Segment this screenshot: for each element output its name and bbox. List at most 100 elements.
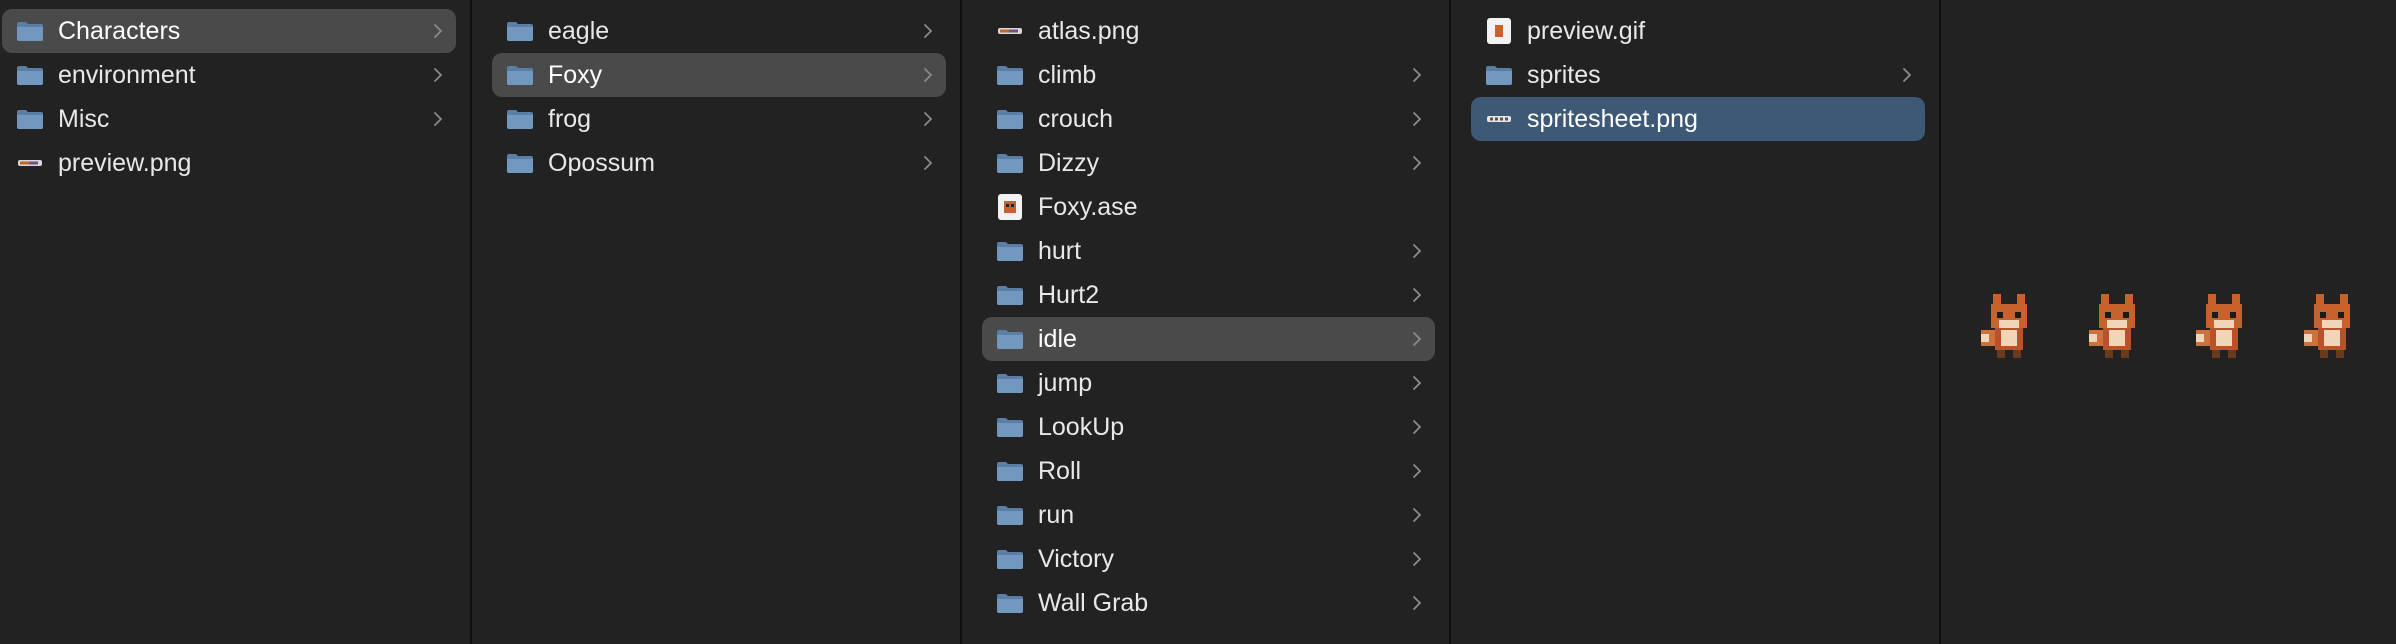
png-file-icon (996, 19, 1024, 43)
list-item[interactable]: environment (2, 53, 456, 97)
list-item[interactable]: Victory (982, 537, 1435, 581)
ase-file-icon (996, 194, 1024, 220)
folder-icon (996, 459, 1024, 483)
folder-icon (996, 503, 1024, 527)
chevron-right-icon (430, 9, 446, 53)
column-1[interactable]: Characters environment Misc preview.png (0, 0, 472, 644)
list-item-label: jump (1038, 368, 1093, 397)
gif-file-icon (1485, 18, 1513, 44)
folder-icon (996, 547, 1024, 571)
folder-icon (996, 415, 1024, 439)
list-item-label: Victory (1038, 544, 1114, 573)
list-item[interactable]: LookUp (982, 405, 1435, 449)
column-4[interactable]: preview.gif sprites spritesheet.png (1451, 0, 1941, 644)
list-item[interactable]: Foxy.ase (982, 185, 1435, 229)
chevron-right-icon (430, 97, 446, 141)
chevron-right-icon (1409, 273, 1425, 317)
list-item[interactable]: Foxy (492, 53, 946, 97)
list-item[interactable]: Wall Grab (982, 581, 1435, 625)
list-item-label: Opossum (548, 148, 655, 177)
list-item[interactable]: Characters (2, 9, 456, 53)
png-file-icon (16, 151, 44, 175)
list-item-label: hurt (1038, 236, 1082, 265)
chevron-right-icon (1409, 449, 1425, 493)
column-3[interactable]: atlas.png climb crouch Dizzy Foxy.ase hurt Hur… (962, 0, 1451, 644)
column-2[interactable]: eagle Foxy frog Opossum (472, 0, 962, 644)
fox-sprite-icon (1981, 290, 2043, 367)
chevron-right-icon (1409, 317, 1425, 361)
chevron-right-icon (430, 53, 446, 97)
list-item[interactable]: Dizzy (982, 141, 1435, 185)
folder-icon (506, 151, 534, 175)
list-item[interactable]: frog (492, 97, 946, 141)
fox-sprite-icon (2089, 290, 2151, 367)
folder-icon (16, 107, 44, 131)
list-item[interactable]: Opossum (492, 141, 946, 185)
list-item-label: climb (1038, 60, 1097, 89)
list-item[interactable]: climb (982, 53, 1435, 97)
list-item[interactable]: jump (982, 361, 1435, 405)
folder-icon (506, 19, 534, 43)
chevron-right-icon (1409, 493, 1425, 537)
spritesheet-file-icon (1485, 107, 1513, 131)
list-item-label: atlas.png (1038, 16, 1140, 45)
folder-icon (996, 151, 1024, 175)
chevron-right-icon (1409, 581, 1425, 625)
list-item-label: Foxy (548, 60, 603, 89)
list-item-label: environment (58, 60, 196, 89)
list-item-label: idle (1038, 324, 1077, 353)
chevron-right-icon (920, 141, 936, 185)
list-item-label: Roll (1038, 456, 1082, 485)
chevron-right-icon (920, 53, 936, 97)
list-item[interactable]: crouch (982, 97, 1435, 141)
list-item[interactable]: idle (982, 317, 1435, 361)
folder-icon (16, 63, 44, 87)
list-item[interactable]: Roll (982, 449, 1435, 493)
folder-icon (996, 327, 1024, 351)
chevron-right-icon (1409, 141, 1425, 185)
list-item[interactable]: preview.png (2, 141, 456, 185)
list-item[interactable]: Hurt2 (982, 273, 1435, 317)
chevron-right-icon (1409, 53, 1425, 97)
chevron-right-icon (920, 97, 936, 141)
chevron-right-icon (1409, 405, 1425, 449)
folder-icon (996, 239, 1024, 263)
preview-pane (1941, 0, 2396, 644)
folder-icon (996, 591, 1024, 615)
folder-icon (16, 19, 44, 43)
folder-icon (1485, 63, 1513, 87)
chevron-right-icon (1409, 97, 1425, 141)
list-item-label: Hurt2 (1038, 280, 1100, 309)
list-item[interactable]: run (982, 493, 1435, 537)
list-item[interactable]: preview.gif (1471, 9, 1925, 53)
fox-sprite-icon (2304, 290, 2366, 367)
folder-icon (996, 63, 1024, 87)
folder-icon (506, 63, 534, 87)
list-item-label: LookUp (1038, 412, 1125, 441)
chevron-right-icon (1409, 537, 1425, 581)
list-item[interactable]: Misc (2, 97, 456, 141)
list-item-label: Characters (58, 16, 181, 45)
folder-icon (996, 107, 1024, 131)
list-item-label: sprites (1527, 60, 1601, 89)
chevron-right-icon (1899, 53, 1915, 97)
chevron-right-icon (1409, 229, 1425, 273)
list-item[interactable]: sprites (1471, 53, 1925, 97)
list-item-label: preview.gif (1527, 16, 1646, 45)
folder-icon (996, 283, 1024, 307)
list-item[interactable]: hurt (982, 229, 1435, 273)
list-item-label: frog (548, 104, 592, 133)
list-item-label: Misc (58, 104, 110, 133)
list-item-label: eagle (548, 16, 610, 45)
list-item[interactable]: spritesheet.png (1471, 97, 1925, 141)
list-item[interactable]: atlas.png (982, 9, 1435, 53)
fox-sprite-icon (2196, 290, 2258, 367)
list-item-label: preview.png (58, 148, 192, 177)
list-item-label: spritesheet.png (1527, 104, 1698, 133)
folder-icon (996, 371, 1024, 395)
list-item-label: Wall Grab (1038, 588, 1149, 617)
list-item-label: crouch (1038, 104, 1114, 133)
list-item-label: Foxy.ase (1038, 192, 1138, 221)
list-item[interactable]: eagle (492, 9, 946, 53)
chevron-right-icon (1409, 361, 1425, 405)
